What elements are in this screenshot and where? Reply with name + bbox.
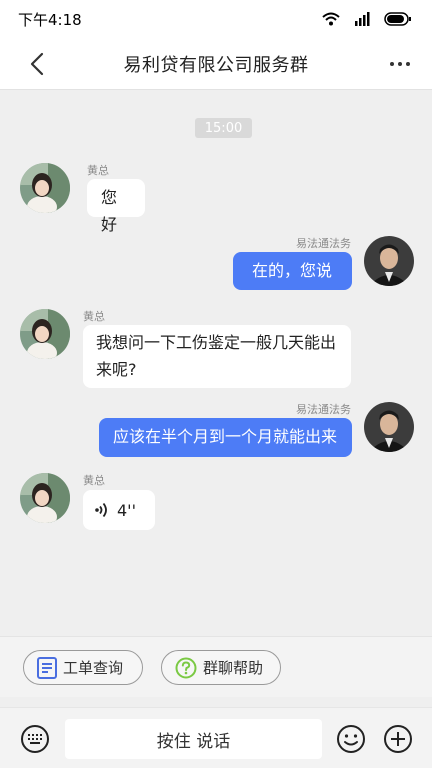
voice-wave-icon	[95, 502, 107, 518]
sender-name: 易法通法务	[296, 403, 351, 416]
avatar-huang[interactable]	[20, 473, 70, 523]
wifi-icon	[322, 12, 340, 26]
avatar-yifatong[interactable]	[364, 236, 414, 286]
status-time: 下午4:18	[18, 10, 82, 29]
sender-name: 黄总	[83, 310, 105, 323]
voice-duration: 4''	[117, 500, 136, 520]
document-icon	[37, 656, 57, 679]
voice-message-bubble[interactable]: 4''	[83, 490, 155, 530]
quick-action-label: 工单查询	[63, 659, 124, 677]
status-bar: 下午4:18	[0, 0, 432, 38]
group-chat-help-button[interactable]: 群聊帮助	[161, 650, 281, 685]
avatar-huang[interactable]	[20, 309, 70, 359]
work-order-query-button[interactable]: 工单查询	[23, 650, 143, 685]
time-divider: 15:00	[195, 118, 252, 138]
plus-icon[interactable]	[383, 724, 413, 754]
back-arrow-icon[interactable]	[26, 52, 50, 76]
quick-actions-bar: 工单查询 群聊帮助	[0, 636, 432, 697]
input-bar: 按住 说话	[0, 707, 432, 768]
message-bubble[interactable]: 您好	[87, 179, 145, 234]
avatar-huang[interactable]	[20, 163, 70, 213]
message-line: 我想问一下工伤鉴定一般几天能出	[96, 333, 337, 352]
more-menu-icon[interactable]	[388, 52, 412, 76]
message-bubble[interactable]: 应该在半个月到一个月就能出来	[99, 418, 352, 457]
sender-name: 黄总	[83, 474, 105, 487]
quick-action-label: 群聊帮助	[203, 659, 264, 677]
chat-title: 易利贷有限公司服务群	[123, 54, 309, 76]
avatar-yifatong[interactable]	[364, 402, 414, 452]
signal-icon	[355, 12, 370, 26]
header: 易利贷有限公司服务群	[0, 38, 432, 90]
hold-to-talk-button[interactable]: 按住 说话	[65, 719, 322, 759]
message-bubble[interactable]: 我想问一下工伤鉴定一般几天能出 来呢?	[83, 325, 351, 388]
chat-area[interactable]: 15:00 黄总 您好 易法通法务 在的，您说 黄总 我想问一下工伤鉴定一般几天…	[0, 90, 432, 636]
emoji-icon[interactable]	[336, 724, 366, 754]
sender-name: 易法通法务	[296, 237, 351, 250]
sender-name: 黄总	[87, 164, 109, 177]
status-icons	[322, 12, 412, 26]
help-circle-icon	[175, 657, 197, 678]
battery-icon	[384, 12, 411, 26]
message-line: 来呢?	[96, 360, 137, 379]
keyboard-icon[interactable]	[20, 724, 50, 754]
message-bubble[interactable]: 在的，您说	[233, 252, 352, 290]
